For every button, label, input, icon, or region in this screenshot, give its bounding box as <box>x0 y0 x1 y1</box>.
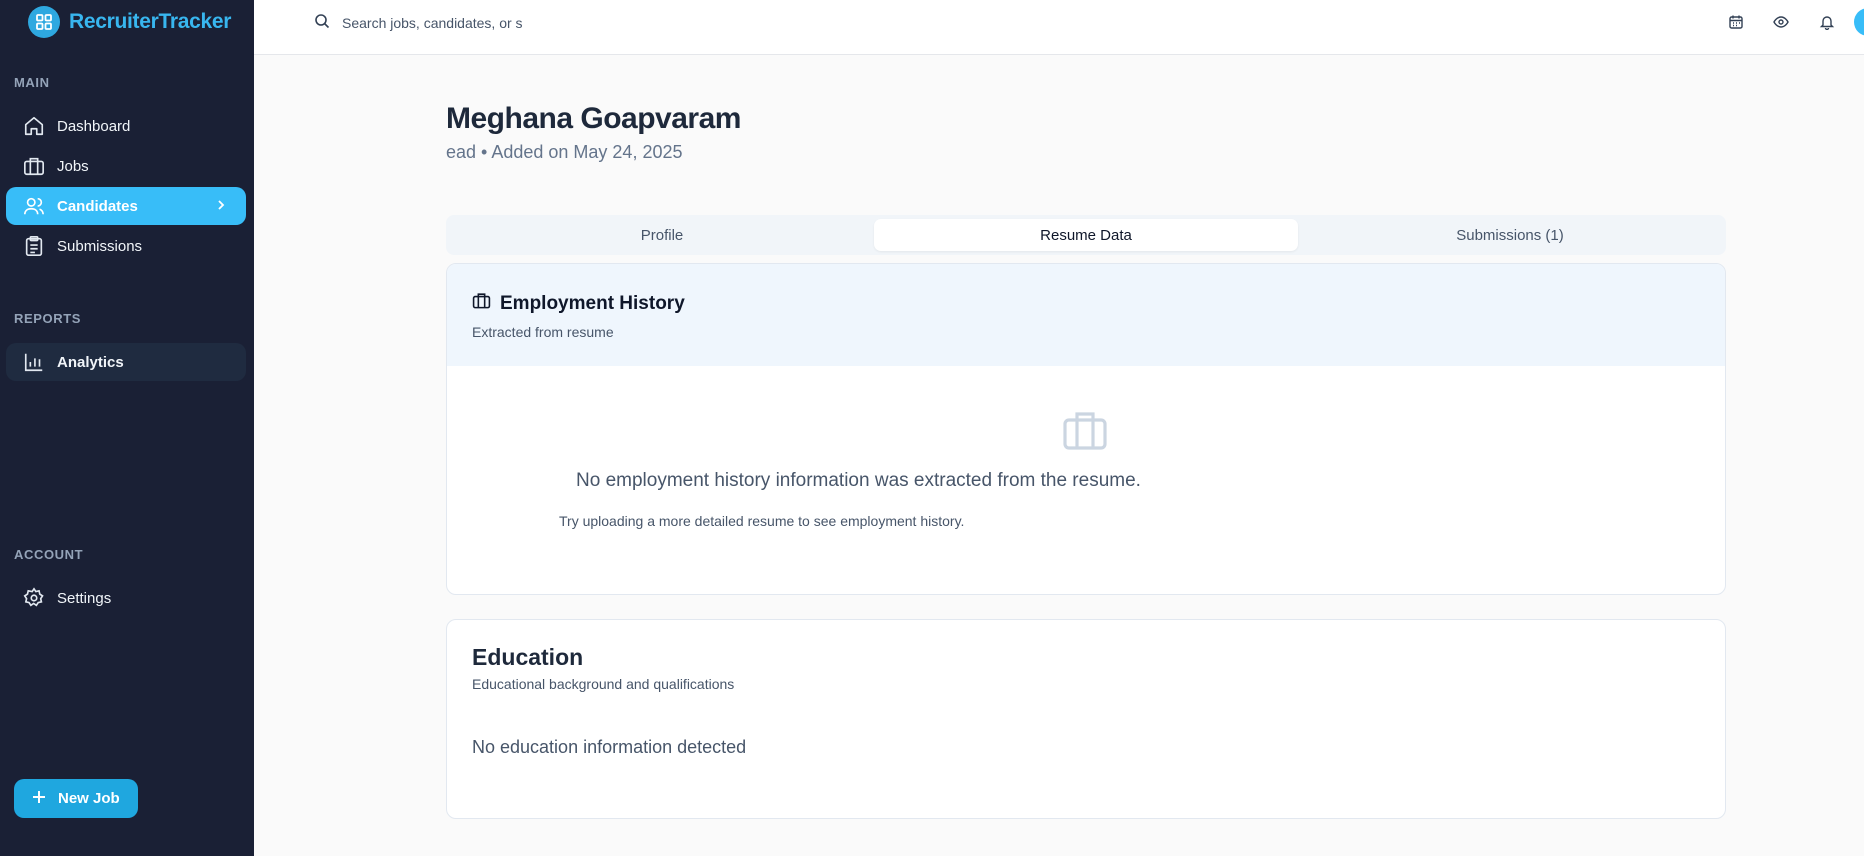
education-title: Education <box>472 644 584 670</box>
sidebar-item-label: Dashboard <box>57 117 131 135</box>
section-label-main: MAIN <box>14 75 50 90</box>
sidebar-item-settings[interactable]: Settings <box>6 579 246 617</box>
sidebar-item-dashboard[interactable]: Dashboard <box>6 107 246 145</box>
employment-history-card: Employment History Extracted from resume… <box>446 263 1726 595</box>
tab-submissions[interactable]: Submissions (1) <box>1298 219 1722 251</box>
employment-empty-hint: Try uploading a more detailed resume to … <box>559 513 965 529</box>
sidebar-item-label: Jobs <box>57 157 89 175</box>
sidebar-item-label: Settings <box>57 589 112 607</box>
plus-icon <box>32 790 46 808</box>
app-name: RecruiterTracker <box>69 10 232 33</box>
sidebar-item-jobs[interactable]: Jobs <box>6 147 246 185</box>
employment-title-text: Employment History <box>500 292 685 314</box>
bar-chart-icon <box>22 350 46 374</box>
employment-empty-message: No employment history information was ex… <box>576 470 1141 491</box>
sidebar-item-label: Analytics <box>57 353 124 371</box>
gear-icon <box>22 586 46 610</box>
sidebar-item-candidates[interactable]: Candidates <box>6 187 246 225</box>
section-label-reports: REPORTS <box>14 311 82 326</box>
clipboard-icon <box>22 234 46 258</box>
search-box[interactable] <box>314 10 554 36</box>
users-icon <box>22 194 46 218</box>
grid-logo-icon <box>28 6 60 38</box>
education-description: Educational background and qualification… <box>472 676 735 692</box>
employment-description: Extracted from resume <box>472 324 614 340</box>
calendar-icon[interactable] <box>1725 11 1747 33</box>
new-job-button[interactable]: New Job <box>14 779 138 818</box>
brand[interactable]: RecruiterTracker <box>28 6 231 38</box>
tab-profile[interactable]: Profile <box>450 219 874 251</box>
education-empty-message: No education information detected <box>472 737 747 757</box>
top-bar <box>254 0 1864 55</box>
education-card: Education Educational background and qua… <box>446 619 1726 819</box>
eye-icon[interactable] <box>1770 11 1792 33</box>
bell-icon[interactable] <box>1816 11 1838 33</box>
tab-resume-data[interactable]: Resume Data <box>874 219 1298 251</box>
section-label-account: ACCOUNT <box>14 547 84 562</box>
briefcase-placeholder-icon <box>1061 406 1109 459</box>
employment-card-header: Employment History Extracted from resume <box>447 264 1725 366</box>
candidate-name: Meghana Goapvaram <box>446 102 741 135</box>
candidate-subtitle: ead • Added on May 24, 2025 <box>446 142 683 162</box>
briefcase-icon <box>472 291 491 316</box>
chevron-right-icon <box>214 198 228 216</box>
sidebar-item-label: Submissions <box>57 237 143 255</box>
tab-list: Profile Resume Data Submissions (1) <box>446 215 1726 255</box>
sidebar: RecruiterTracker MAIN Dashboard Jobs Can… <box>0 0 254 856</box>
employment-title: Employment History <box>472 291 685 316</box>
search-input[interactable] <box>342 15 538 31</box>
avatar[interactable] <box>1854 8 1864 36</box>
home-icon <box>22 114 46 138</box>
sidebar-item-submissions[interactable]: Submissions <box>6 227 246 265</box>
new-job-label: New Job <box>58 790 120 807</box>
sidebar-item-analytics[interactable]: Analytics <box>6 343 246 381</box>
sidebar-item-label: Candidates <box>57 197 138 215</box>
search-icon <box>314 13 330 34</box>
briefcase-icon <box>22 154 46 178</box>
